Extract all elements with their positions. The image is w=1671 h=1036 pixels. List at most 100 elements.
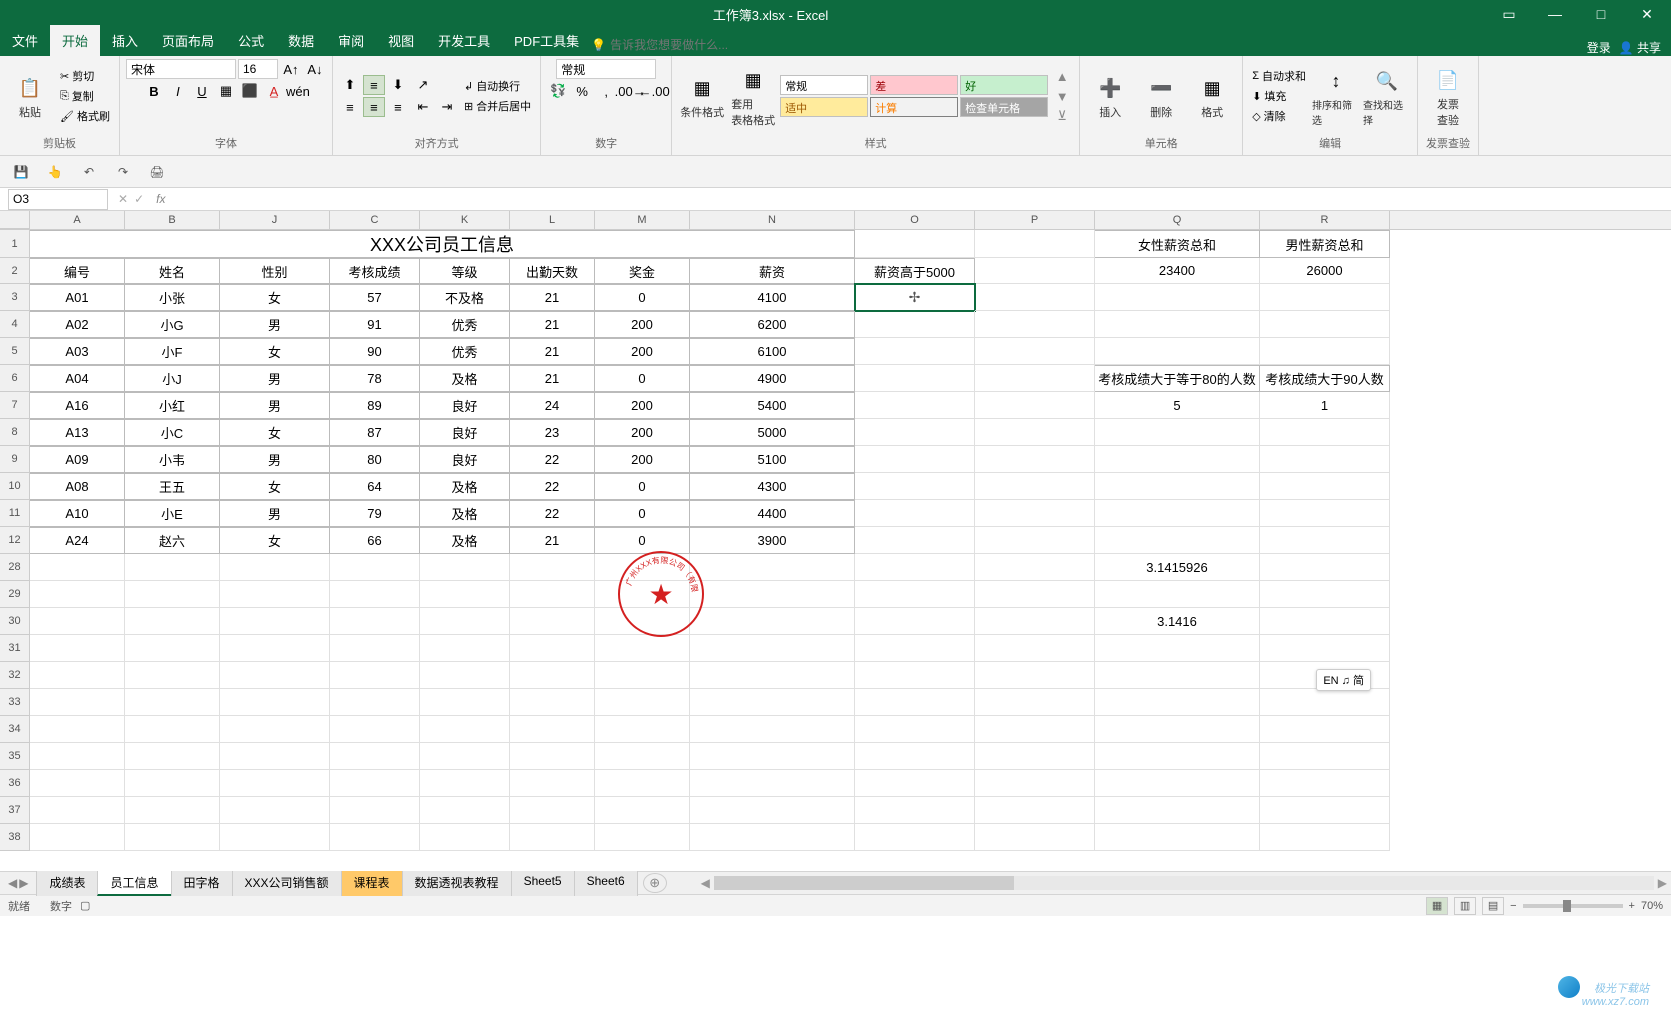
cell-o11[interactable] <box>855 500 975 527</box>
cell[interactable]: 3.1415926 <box>1095 554 1260 581</box>
female-salary-value[interactable]: 23400 <box>1095 258 1260 284</box>
cell[interactable] <box>510 824 595 851</box>
cell[interactable] <box>1260 608 1390 635</box>
cell-p[interactable] <box>975 338 1095 365</box>
row-header[interactable]: 31 <box>0 635 30 662</box>
cell[interactable] <box>420 824 510 851</box>
cell[interactable] <box>510 581 595 608</box>
table-cell[interactable]: 女 <box>220 338 330 365</box>
table-cell[interactable]: 66 <box>330 527 420 554</box>
table-cell[interactable]: 良好 <box>420 419 510 446</box>
decrease-indent-icon[interactable]: ⇤ <box>412 97 434 117</box>
align-right-icon[interactable]: ≡ <box>387 97 409 117</box>
cell[interactable] <box>220 635 330 662</box>
table-cell[interactable]: 0 <box>595 284 690 311</box>
cell[interactable] <box>595 689 690 716</box>
style-check[interactable]: 检查单元格 <box>960 97 1048 117</box>
table-cell[interactable]: A10 <box>30 500 125 527</box>
sheet-tab-5[interactable]: 数据透视表教程 <box>402 870 512 896</box>
table-cell[interactable]: 小F <box>125 338 220 365</box>
table-cell[interactable]: 24 <box>510 392 595 419</box>
table-cell[interactable]: 5400 <box>690 392 855 419</box>
style-calc[interactable]: 计算 <box>870 97 958 117</box>
cell[interactable]: 3.1416 <box>1095 608 1260 635</box>
cell-o1[interactable] <box>855 230 975 258</box>
table-cell[interactable]: 女 <box>220 284 330 311</box>
table-cell[interactable]: A13 <box>30 419 125 446</box>
style-down-icon[interactable]: ▼ <box>1051 86 1073 106</box>
bold-button[interactable]: B <box>143 81 165 101</box>
table-header[interactable]: 等级 <box>420 258 510 284</box>
enter-formula-icon[interactable]: ✓ <box>134 192 144 206</box>
cell[interactable] <box>690 770 855 797</box>
phonetic-button[interactable]: wén <box>287 81 309 101</box>
cell[interactable] <box>510 716 595 743</box>
paste-button[interactable]: 📋粘贴 <box>6 72 54 120</box>
font-size-input[interactable] <box>238 59 278 79</box>
cell[interactable] <box>30 797 125 824</box>
cell-r[interactable]: 1 <box>1260 392 1390 419</box>
font-color-button[interactable]: A̲ <box>263 81 285 101</box>
print-icon[interactable]: 🖨 <box>146 161 168 183</box>
cell[interactable] <box>510 743 595 770</box>
cell[interactable] <box>125 824 220 851</box>
cell[interactable] <box>510 770 595 797</box>
table-cell[interactable]: 21 <box>510 311 595 338</box>
cell[interactable] <box>855 770 975 797</box>
table-cell[interactable]: 及格 <box>420 365 510 392</box>
cell[interactable] <box>420 581 510 608</box>
cell[interactable] <box>1095 689 1260 716</box>
select-all-corner[interactable] <box>0 211 30 229</box>
cell[interactable] <box>595 743 690 770</box>
salary-gt-5000-label[interactable]: 薪资高于5000 <box>855 258 975 284</box>
cell-r[interactable] <box>1260 338 1390 365</box>
cell[interactable] <box>420 608 510 635</box>
row-header[interactable]: 12 <box>0 527 30 554</box>
cell[interactable] <box>30 743 125 770</box>
col-header-M[interactable]: M <box>595 211 690 229</box>
male-salary-label[interactable]: 男性薪资总和 <box>1260 230 1390 258</box>
align-top-icon[interactable]: ⬆ <box>339 75 361 95</box>
cell-o4[interactable] <box>855 311 975 338</box>
cell-q[interactable]: 考核成绩大于等于80的人数 <box>1095 365 1260 392</box>
row-header[interactable]: 38 <box>0 824 30 851</box>
table-cell[interactable]: 6200 <box>690 311 855 338</box>
table-cell[interactable]: 80 <box>330 446 420 473</box>
cell-o8[interactable] <box>855 419 975 446</box>
cell[interactable] <box>330 662 420 689</box>
cell[interactable] <box>1260 635 1390 662</box>
cell[interactable] <box>975 662 1095 689</box>
cell[interactable] <box>855 797 975 824</box>
redo-icon[interactable]: ↷ <box>112 161 134 183</box>
zoom-in-icon[interactable]: + <box>1629 900 1635 912</box>
touch-mode-icon[interactable]: 👆 <box>44 161 66 183</box>
table-cell[interactable]: 0 <box>595 365 690 392</box>
cell-p[interactable] <box>975 392 1095 419</box>
table-cell[interactable]: 200 <box>595 338 690 365</box>
table-cell[interactable]: 5000 <box>690 419 855 446</box>
align-middle-icon[interactable]: ≡ <box>363 75 385 95</box>
row-header[interactable]: 7 <box>0 392 30 419</box>
cell[interactable] <box>330 824 420 851</box>
orientation-icon[interactable]: ↗ <box>412 75 434 95</box>
sort-filter-button[interactable]: ↕排序和筛选 <box>1312 65 1360 127</box>
font-name-input[interactable] <box>126 59 236 79</box>
cell-p2[interactable] <box>975 258 1095 284</box>
cell[interactable] <box>420 770 510 797</box>
clear-button[interactable]: ◇清除 <box>1249 107 1309 125</box>
align-bottom-icon[interactable]: ⬇ <box>387 75 409 95</box>
table-cell[interactable]: A16 <box>30 392 125 419</box>
cell[interactable] <box>420 797 510 824</box>
cell-q[interactable] <box>1095 338 1260 365</box>
female-salary-label[interactable]: 女性薪资总和 <box>1095 230 1260 258</box>
col-header-P[interactable]: P <box>975 211 1095 229</box>
cell[interactable] <box>220 581 330 608</box>
table-cell[interactable]: 小E <box>125 500 220 527</box>
cell[interactable] <box>125 662 220 689</box>
cell-o5[interactable] <box>855 338 975 365</box>
horizontal-scrollbar[interactable]: ◀ ▶ <box>697 876 1671 890</box>
cell-p[interactable] <box>975 500 1095 527</box>
cell[interactable] <box>690 662 855 689</box>
cell-r[interactable] <box>1260 473 1390 500</box>
row-header[interactable]: 2 <box>0 258 30 284</box>
